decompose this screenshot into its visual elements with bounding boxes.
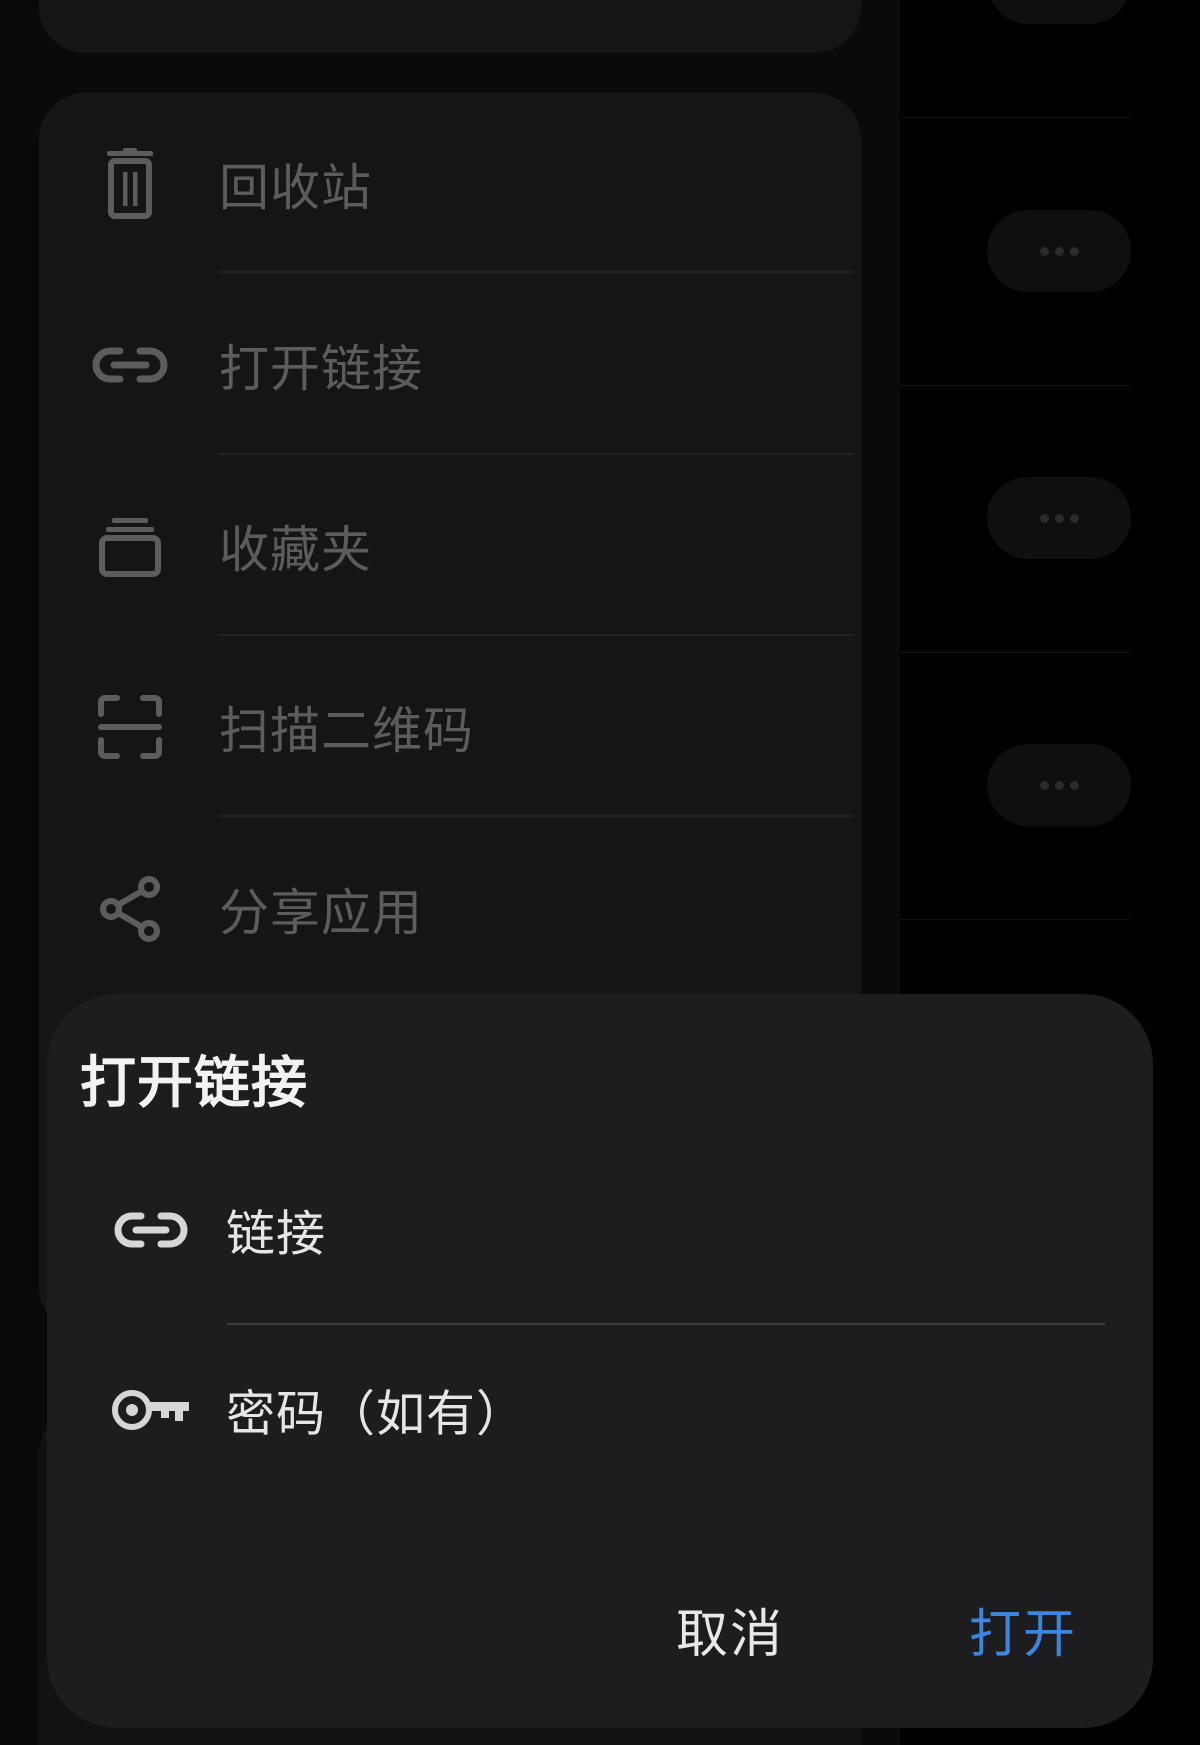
menu-divider (219, 271, 853, 273)
password-field-label: 密码（如有） (226, 1385, 527, 1443)
trash-icon (89, 143, 171, 225)
list-divider (900, 117, 1130, 118)
menu-item-label: 扫描二维码 (219, 701, 474, 760)
link-field[interactable]: 链接 (47, 1160, 1153, 1300)
password-field[interactable]: 密码（如有） (47, 1340, 1153, 1480)
link-icon (89, 324, 171, 406)
list-divider (900, 385, 1130, 386)
list-divider (900, 652, 1130, 653)
cancel-button[interactable]: 取消 (610, 1584, 850, 1674)
more-dots-icon[interactable] (987, 744, 1131, 826)
more-dots-icon[interactable] (987, 477, 1131, 559)
scan-qr-icon (89, 686, 171, 768)
menu-divider (219, 815, 853, 817)
share-icon (89, 868, 171, 950)
drawer-top-card (39, 0, 861, 53)
dialog-title: 打开链接 (80, 1051, 308, 1116)
menu-item-favorites[interactable]: 收藏夹 (39, 455, 861, 636)
screen: 回收站 打开链接 收藏夹 扫描二维码 分享应用 打开链接 链接 密码（如有） 取… (0, 0, 1200, 1745)
list-divider (900, 919, 1130, 920)
menu-item-share-app[interactable]: 分享应用 (39, 818, 861, 999)
link-field-label: 链接 (226, 1205, 327, 1263)
more-dots-icon[interactable] (987, 210, 1131, 292)
menu-item-label: 分享应用 (219, 883, 423, 942)
menu-item-label: 收藏夹 (219, 520, 372, 579)
menu-item-trash[interactable]: 回收站 (39, 93, 861, 274)
menu-item-scan-qr[interactable]: 扫描二维码 (39, 636, 861, 817)
open-button[interactable]: 打开 (903, 1584, 1143, 1674)
open-link-dialog: 打开链接 链接 密码（如有） 取消 打开 (47, 994, 1153, 1728)
link-icon (111, 1190, 191, 1270)
folder-icon (89, 505, 171, 587)
field-divider (227, 1323, 1105, 1325)
key-icon (111, 1370, 191, 1450)
menu-item-open-link[interactable]: 打开链接 (39, 274, 861, 455)
menu-item-label: 打开链接 (219, 339, 423, 398)
menu-item-label: 回收站 (219, 158, 372, 217)
